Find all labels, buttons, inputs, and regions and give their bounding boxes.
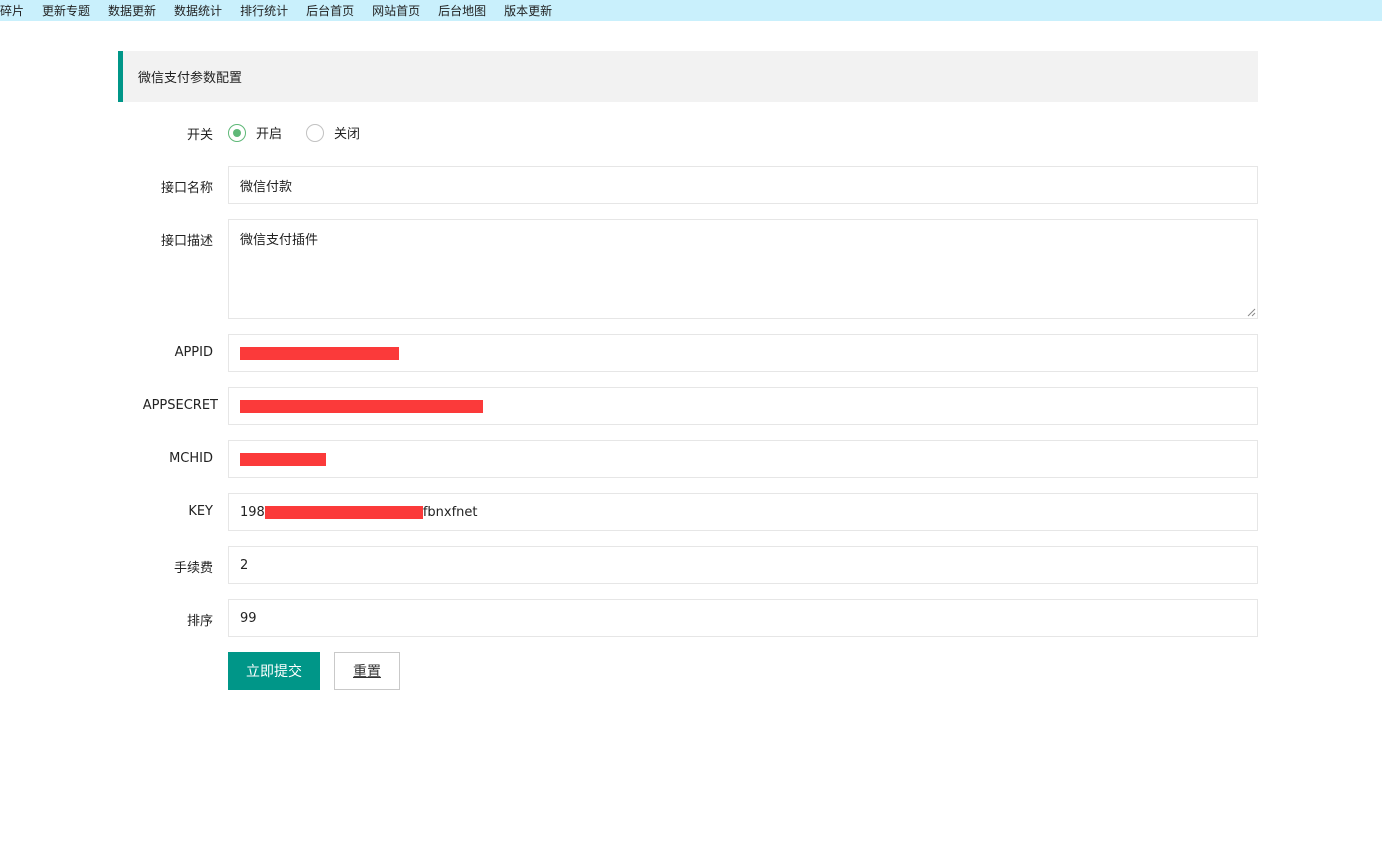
redaction-block [264,505,423,519]
appid-row: APPID [118,334,1258,372]
nav-item-admin-home[interactable]: 后台首页 [306,3,354,19]
button-row: 立即提交 重置 [118,652,1258,690]
radio-on[interactable]: 开启 [228,123,282,142]
nav-item-fragments[interactable]: 碎片 [0,3,24,19]
redaction-block [240,399,483,413]
radio-on-label: 开启 [256,127,283,142]
fee-row: 手续费 2 [118,546,1258,584]
resize-grip-icon[interactable] [1246,307,1256,317]
key-prefix: 198 [240,504,265,520]
section-title-text: 微信支付参数配置 [138,71,243,86]
redaction-block [240,346,399,360]
submit-button[interactable]: 立即提交 [228,652,320,690]
radio-off-label: 关闭 [334,127,361,142]
key-suffix: fbnxfnet [422,504,478,520]
fee-label: 手续费 [173,561,213,576]
radio-off[interactable]: 关闭 [306,123,360,142]
desc-row: 接口描述 微信支付插件 [118,219,1258,319]
appsecret-row: APPSECRET [118,387,1258,425]
fee-input[interactable]: 2 [228,546,1258,584]
redaction-block [240,452,326,466]
nav-item-admin-map[interactable]: 后台地图 [438,3,486,19]
switch-row: 开关 开启 关闭 [118,121,1258,145]
nav-item-version-update[interactable]: 版本更新 [504,3,552,19]
switch-radio-group: 开启 关闭 [228,123,382,142]
nav-item-update-topics[interactable]: 更新专题 [42,3,90,19]
appid-label: APPID [174,345,213,360]
desc-label: 接口描述 [160,234,213,249]
key-row: KEY 198 fbnxfnet [118,493,1258,531]
nav-item-data-stats[interactable]: 数据统计 [174,3,222,19]
radio-unchecked-icon [306,123,325,142]
reset-button[interactable]: 重置 [334,652,400,690]
name-label: 接口名称 [160,181,213,196]
key-input[interactable]: 198 fbnxfnet [228,493,1258,531]
mchid-label: MCHID [169,451,213,466]
key-label: KEY [188,504,213,519]
desc-textarea[interactable]: 微信支付插件 [228,219,1258,319]
nav-item-ranking-stats[interactable]: 排行统计 [240,3,288,19]
appid-input[interactable] [228,334,1258,372]
section-title: 微信支付参数配置 [118,51,1258,102]
appsecret-label: APPSECRET [142,398,218,413]
sort-row: 排序 99 [118,599,1258,637]
name-input[interactable]: 微信付款 [228,166,1258,204]
mchid-row: MCHID [118,440,1258,478]
nav-item-site-home[interactable]: 网站首页 [372,3,420,19]
top-nav: 碎片 更新专题 数据更新 数据统计 排行统计 后台首页 网站首页 后台地图 版本… [0,0,1382,21]
sort-label: 排序 [186,614,213,629]
mchid-input[interactable] [228,440,1258,478]
radio-checked-icon [228,123,246,142]
nav-item-data-update[interactable]: 数据更新 [108,3,156,19]
switch-label: 开关 [186,128,213,143]
appsecret-input[interactable] [228,387,1258,425]
name-row: 接口名称 微信付款 [118,166,1258,204]
sort-input[interactable]: 99 [228,599,1258,637]
desc-text: 微信支付插件 [240,233,319,248]
